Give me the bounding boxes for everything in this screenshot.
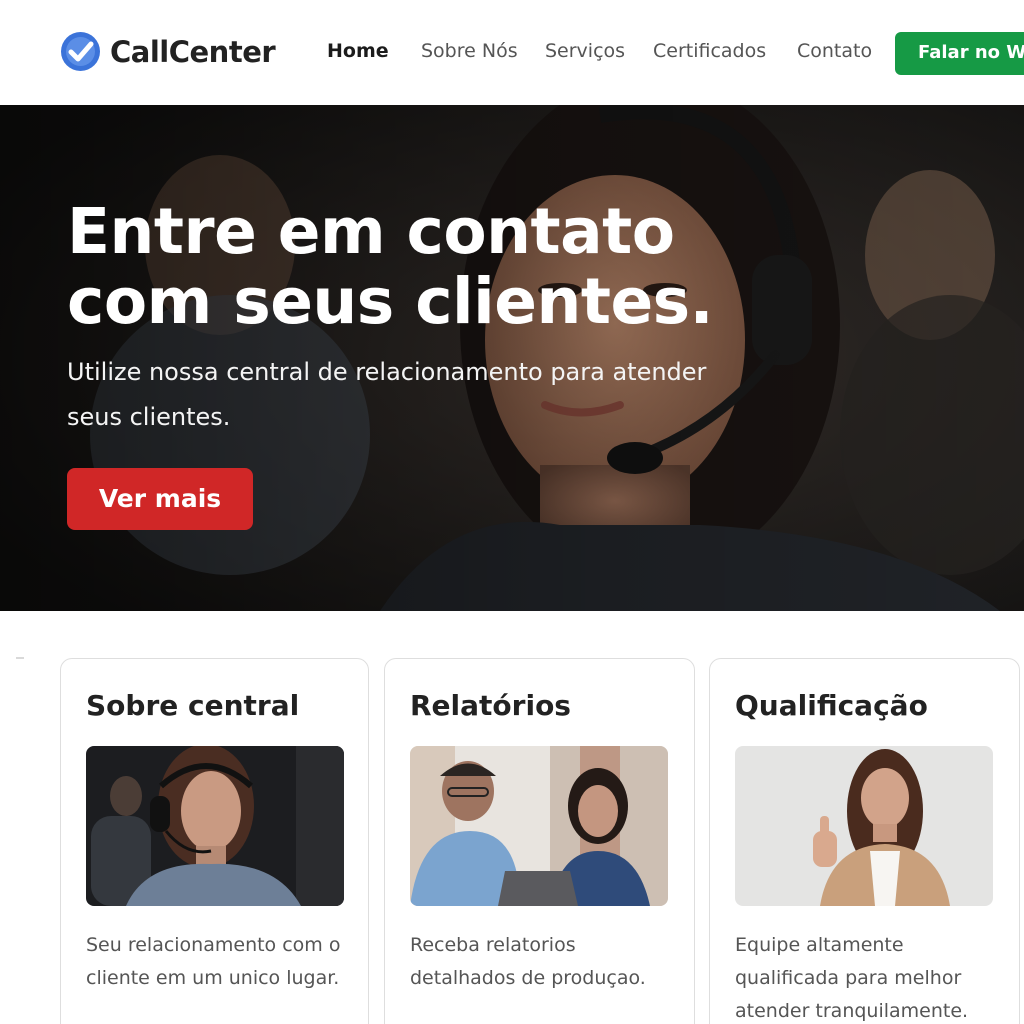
card-relatorios: Relatórios Receba relatorios detalhados … xyxy=(384,658,695,1024)
whatsapp-button[interactable]: Falar no WhatsApp xyxy=(895,32,1024,75)
card-image-agent xyxy=(86,746,344,906)
logo-text: CallCenter xyxy=(110,34,276,69)
ver-mais-button[interactable]: Ver mais xyxy=(67,468,253,530)
nav-contato[interactable]: Contato xyxy=(797,40,872,62)
nav-sobre-nos[interactable]: Sobre Nós xyxy=(421,40,518,62)
nav-certificados[interactable]: Certificados xyxy=(653,40,766,62)
card-title: Relatórios xyxy=(410,689,571,722)
card-title: Sobre central xyxy=(86,689,300,722)
coworkers-laptop-photo xyxy=(410,746,668,906)
site-header: CallCenter Home Sobre Nós Serviços Certi… xyxy=(0,0,1024,105)
checkmark-logo-icon xyxy=(61,32,100,71)
card-description: Equipe altamente qualificada para melhor… xyxy=(735,934,969,1022)
divider xyxy=(16,657,24,659)
card-description: Receba relatorios detalhados de produçao… xyxy=(410,934,646,989)
nav-servicos[interactable]: Serviços xyxy=(545,40,625,62)
nav-home[interactable]: Home xyxy=(327,40,389,62)
hero-subtitle: Utilize nossa central de relacionamento … xyxy=(67,358,707,431)
card-image-meeting xyxy=(410,746,668,906)
hero-title: Entre em contato com seus clientes. xyxy=(67,197,767,337)
hero-title-line-1: Entre em contato xyxy=(67,195,675,268)
hero-banner: Entre em contato com seus clientes. Util… xyxy=(0,105,1024,611)
card-title: Qualificação xyxy=(735,689,928,722)
card-qualificacao: Qualificação Equipe altamente qualificad… xyxy=(709,658,1020,1024)
card-sobre-central: Sobre central Seu relacionamento com o c… xyxy=(60,658,369,1024)
card-description: Seu relacionamento com o cliente em um u… xyxy=(86,934,341,989)
agent-headset-photo xyxy=(86,746,344,906)
woman-thumbs-up-photo xyxy=(735,746,993,906)
logo[interactable]: CallCenter xyxy=(60,31,276,72)
card-image-thumbs-up xyxy=(735,746,993,906)
hero-title-line-2: com seus clientes. xyxy=(67,265,714,338)
